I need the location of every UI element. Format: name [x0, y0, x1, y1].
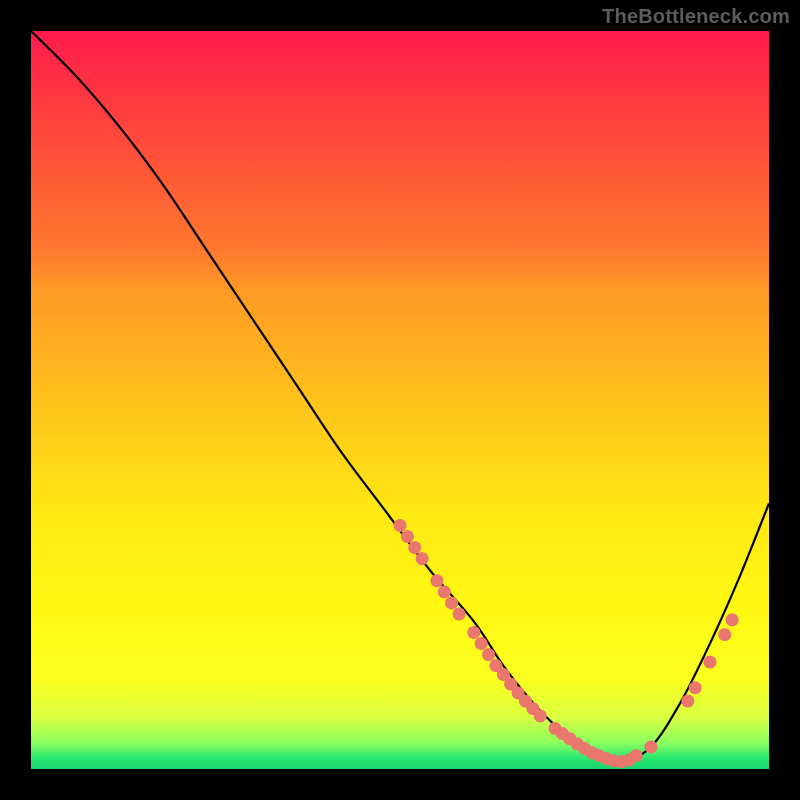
marker-dot	[534, 709, 547, 722]
marker-dot	[438, 585, 451, 598]
marker-dot	[401, 530, 414, 543]
marker-dot	[703, 655, 716, 668]
chart-area	[31, 31, 769, 769]
bottleneck-curve-svg	[31, 31, 769, 769]
marker-dot	[726, 613, 739, 626]
watermark-text: TheBottleneck.com	[602, 6, 790, 29]
marker-dot	[630, 749, 643, 762]
marker-dot	[408, 541, 421, 554]
bottleneck-curve	[31, 31, 769, 762]
marker-dot	[430, 574, 443, 587]
marker-dot	[482, 648, 495, 661]
marker-dot	[467, 626, 480, 639]
marker-dot	[644, 740, 657, 753]
marker-dot	[689, 681, 702, 694]
marker-dot	[445, 596, 458, 609]
marker-dot	[453, 608, 466, 621]
marker-dots	[394, 519, 739, 768]
marker-dot	[416, 552, 429, 565]
marker-dot	[394, 519, 407, 532]
marker-dot	[718, 628, 731, 641]
marker-dot	[475, 637, 488, 650]
marker-dot	[681, 695, 694, 708]
